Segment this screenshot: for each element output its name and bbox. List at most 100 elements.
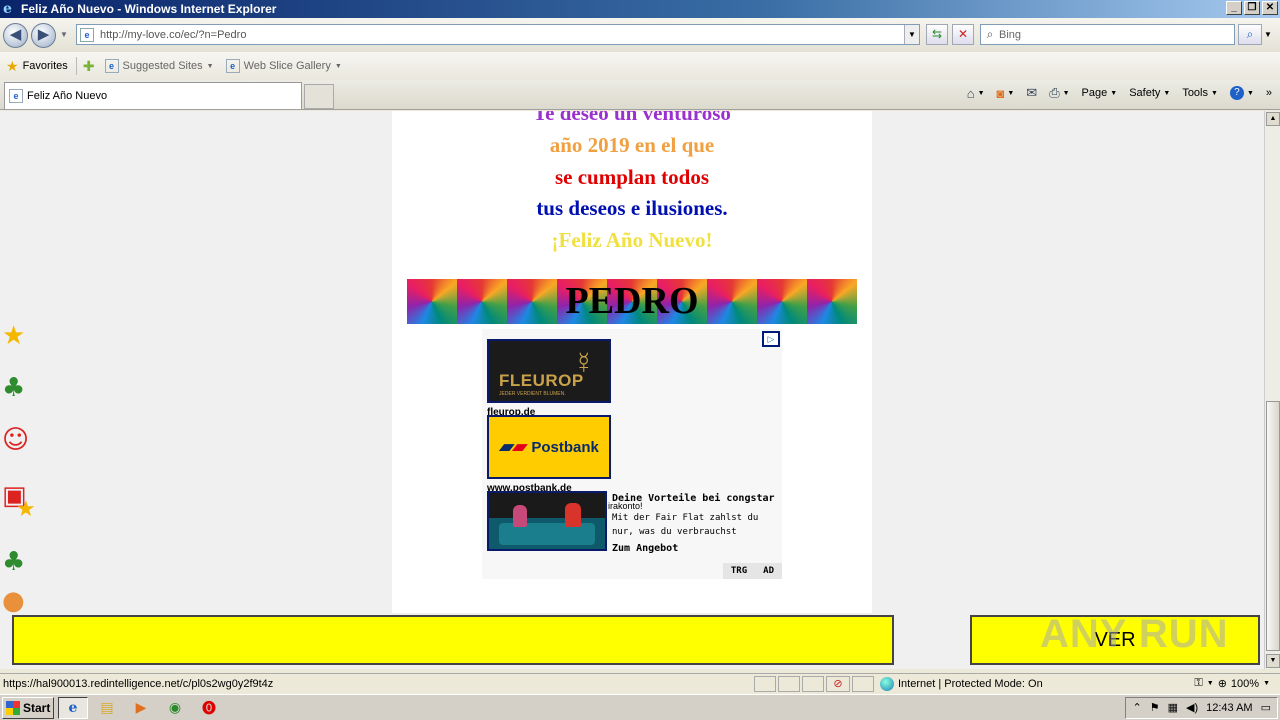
address-bar[interactable]: e http://my-love.co/ec/?n=Pedro ▼ <box>76 24 920 45</box>
zone-label: Internet | Protected Mode: On <box>898 677 1043 690</box>
favorites-bar: ★ Favorites ✚ e Suggested Sites ▼ e Web … <box>0 52 1280 80</box>
clock[interactable]: 12:43 AM <box>1206 702 1252 714</box>
yellow-banner-bar[interactable] <box>12 615 894 665</box>
status-bar: https://hal900013.redintelligence.net/c/… <box>0 673 1280 693</box>
status-cell <box>778 675 800 692</box>
star-icon: ★ <box>16 497 36 522</box>
home-button[interactable]: ⌂ ▼ <box>967 86 985 101</box>
tab-bar: e Feliz Año Nuevo ⌂ ▼ ◙ ▼ ✉ ⎙ ▼ Page ▼ Safet… <box>0 80 1280 110</box>
print-button[interactable]: ⎙ ▼ <box>1049 85 1069 101</box>
address-dropdown-icon[interactable]: ▼ <box>904 25 919 44</box>
show-desktop-icon[interactable]: ▭ <box>1261 701 1271 714</box>
tab-page-icon: e <box>9 89 23 103</box>
history-dropdown-icon[interactable]: ▼ <box>60 30 68 39</box>
congstar-cta-link[interactable]: Zum Angebot <box>612 543 678 554</box>
address-url[interactable]: http://my-love.co/ec/?n=Pedro <box>100 29 904 41</box>
start-button[interactable]: Start <box>2 696 54 719</box>
santa-icon: ☺ <box>2 425 30 455</box>
search-box[interactable]: ⌕ Bing <box>980 24 1235 45</box>
safety-menu[interactable]: Safety ▼ <box>1129 87 1170 99</box>
greeting-line-2: año 2019 en el que <box>549 133 715 157</box>
security-zone[interactable]: Internet | Protected Mode: On <box>880 676 1043 691</box>
greeting-card: Te deseo un venturoso año 2019 en el que… <box>392 111 872 613</box>
congstar-ad-image[interactable] <box>487 491 607 551</box>
web-slice-gallery-link[interactable]: e Web Slice Gallery ▼ <box>225 59 342 73</box>
safety-menu-label: Safety <box>1129 87 1161 99</box>
add-favorite-icon: ✚ <box>82 57 95 74</box>
status-cell <box>802 675 824 692</box>
scroll-down-arrow-icon[interactable]: ▼ <box>1266 654 1280 668</box>
ad-footer-ad: AD <box>755 563 782 579</box>
status-cell <box>852 675 874 692</box>
home-icon: ⌂ <box>966 85 975 101</box>
ie-page-icon: e <box>225 59 240 73</box>
taskbar-ie-icon[interactable]: e <box>58 696 88 719</box>
windows-logo-icon <box>6 700 20 715</box>
window-title-bar: e Feliz Año Nuevo - Windows Internet Exp… <box>0 0 1280 18</box>
search-options-icon[interactable]: ▼ <box>1264 30 1272 39</box>
minimize-button[interactable]: _ <box>1226 1 1242 15</box>
taskbar-explorer-icon[interactable]: ▤ <box>92 697 122 719</box>
ad-block[interactable]: ▷ ☿ FLEUROP JEDER VERDIENT BLUMEN. fleur… <box>482 329 782 579</box>
scrollbar-thumb[interactable] <box>1266 401 1280 651</box>
feeds-button[interactable]: ◙ ▼ <box>997 86 1015 101</box>
forward-button[interactable]: ▶ <box>31 23 56 48</box>
volume-icon[interactable]: ◀) <box>1186 701 1198 714</box>
greeting-line-5: ¡Feliz Año Nuevo! <box>551 228 713 252</box>
zoom-level: 100% <box>1230 677 1260 690</box>
add-to-favorites-bar-button[interactable]: ✚ <box>83 58 99 75</box>
favorites-label: Favorites <box>22 60 68 72</box>
printer-icon: ⎙ <box>1049 85 1060 100</box>
fleurop-tagline: JEDER VERDIENT BLUMEN. <box>499 391 566 397</box>
suggested-sites-label: Suggested Sites <box>122 60 203 72</box>
zoom-icon: ⊕ <box>1217 678 1227 690</box>
vertical-scrollbar[interactable]: ▲ ▼ <box>1264 111 1280 669</box>
taskbar-media-player-icon[interactable]: ▶ <box>126 697 156 719</box>
tray-expand-icon[interactable]: ⌃ <box>1132 701 1141 714</box>
ie-page-icon: e <box>104 59 119 73</box>
command-bar: ⌂ ▼ ◙ ▼ ✉ ⎙ ▼ Page ▼ Safety ▼ Tools ▼ ? ▼ » <box>967 85 1272 101</box>
congstar-title[interactable]: Deine Vorteile bei congstar <box>612 493 775 504</box>
ad-footer-trg: TRG <box>722 563 756 579</box>
scroll-up-arrow-icon[interactable]: ▲ <box>1266 112 1280 126</box>
ver-button[interactable]: VER <box>970 615 1260 665</box>
suggested-sites-link[interactable]: e Suggested Sites ▼ <box>104 59 214 73</box>
tools-menu[interactable]: Tools ▼ <box>1182 87 1218 99</box>
taskbar-chrome-icon[interactable]: ◉ <box>160 697 190 719</box>
ad-footer: TRG AD <box>722 563 782 579</box>
fleurop-ad[interactable]: ☿ FLEUROP JEDER VERDIENT BLUMEN. <box>487 339 611 403</box>
recipient-name: PEDRO <box>565 280 699 322</box>
congstar-subtitle: Mit der Fair Flat zahlst du nur, was du … <box>612 513 759 537</box>
overflow-chevron-icon[interactable]: » <box>1266 87 1272 99</box>
popup-blocked-icon[interactable]: ⊘ <box>826 675 850 692</box>
zoom-control[interactable]: ⚿ ▼ ⊕ 100% ▼ <box>1194 677 1270 690</box>
taskbar-opera-icon[interactable]: ⓿ <box>194 697 224 719</box>
rss-icon: ◙ <box>996 85 1005 101</box>
postbank-ad[interactable]: ▰▰ Postbank <box>487 415 611 479</box>
search-button[interactable]: ⌕ <box>1238 24 1262 45</box>
favorites-star-icon: ★ <box>6 57 19 74</box>
page-icon: e <box>80 27 94 42</box>
greeting-line-4: tus deseos e ilusiones. <box>536 196 728 220</box>
close-window-button[interactable]: ✕ <box>1262 1 1278 15</box>
page-menu-label: Page <box>1081 87 1108 99</box>
favorites-button[interactable]: ★ Favorites <box>6 58 68 75</box>
tab-label: Feliz Año Nuevo <box>27 90 108 102</box>
help-button[interactable]: ? ▼ <box>1229 86 1254 100</box>
network-icon[interactable]: ▦ <box>1168 701 1178 714</box>
page-menu[interactable]: Page ▼ <box>1082 87 1118 99</box>
new-tab-button[interactable] <box>304 84 334 109</box>
divider <box>75 57 77 75</box>
flag-icon[interactable]: ⚑ <box>1150 701 1160 714</box>
restore-button[interactable]: ❐ <box>1244 1 1260 15</box>
adchoices-icon[interactable]: ▷ <box>762 331 780 347</box>
tab-feliz-ano-nuevo[interactable]: e Feliz Año Nuevo <box>4 82 302 109</box>
refresh-button[interactable]: ⇆ <box>926 24 948 45</box>
postbank-logo-icon: ▰▰ <box>499 437 526 456</box>
lock-icon: ⚿ <box>1194 677 1203 689</box>
help-icon: ? <box>1229 86 1244 100</box>
tools-menu-label: Tools <box>1182 87 1208 99</box>
back-button[interactable]: ◀ <box>3 23 28 48</box>
stop-button[interactable]: ✕ <box>952 24 974 45</box>
mail-button[interactable]: ✉ <box>1026 85 1037 101</box>
